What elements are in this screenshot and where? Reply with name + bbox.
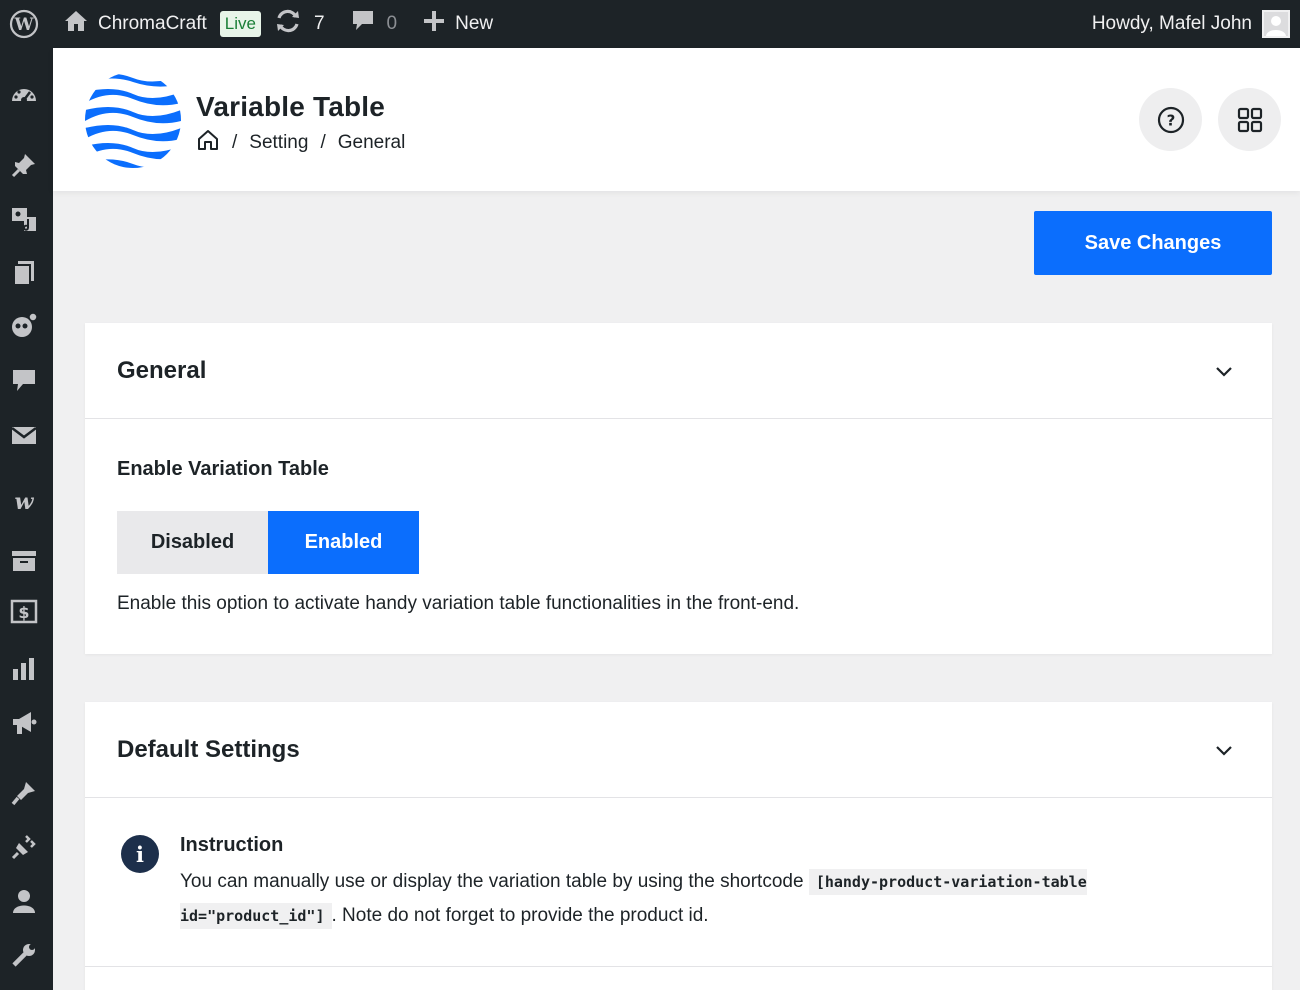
admin-sidebar: w $ [0,48,53,990]
default-settings-card-header[interactable]: Default Settings [85,702,1272,798]
help-button[interactable]: ? [1139,88,1202,151]
plus-icon [423,10,445,38]
archive-icon[interactable] [9,546,39,576]
default-settings-card: Default Settings i Instruction You can m… [85,702,1272,990]
comments-count: 0 [386,13,398,34]
wordpress-logo-icon[interactable]: W [0,0,48,48]
home-icon [64,10,88,38]
comments-icon[interactable] [9,366,39,396]
site-name: ChromaCraft [98,13,207,34]
chevron-down-icon[interactable] [1214,740,1234,760]
info-icon: i [121,835,159,873]
general-card-header[interactable]: General [85,323,1272,419]
appearance-icon[interactable] [9,778,39,808]
breadcrumb-separator: / [320,132,326,153]
apps-button[interactable] [1218,88,1281,151]
dashboard-icon[interactable] [9,80,39,110]
instruction-text-after: . Note do not forget to provide the prod… [331,905,709,926]
breadcrumb: / Setting / General [196,128,405,158]
breadcrumb-separator: / [232,132,238,153]
breadcrumb-item-setting[interactable]: Setting [249,132,308,154]
comments-link[interactable]: 0 [351,0,398,48]
comment-icon [351,9,375,39]
svg-text:w: w [15,489,35,515]
payments-icon[interactable]: $ [9,596,39,626]
divider [85,966,1272,967]
general-card: General Enable Variation Table Disabled … [85,323,1272,654]
instruction-title: Instruction [180,834,284,856]
mail-icon[interactable] [9,420,39,450]
instruction-text: You can manually use or display the vari… [180,865,1180,933]
my-account-link[interactable]: Howdy, Mafel John [1092,0,1290,48]
breadcrumb-item-general: General [337,132,406,153]
greeting: Howdy, Mafel John [1091,13,1252,34]
save-changes-button[interactable]: Save Changes [1034,211,1272,275]
page-title: Variable Table [196,91,386,122]
new-label: New [455,13,494,34]
svg-text:?: ? [1166,111,1175,129]
users-icon[interactable] [9,886,39,916]
svg-text:$: $ [18,603,29,622]
media-icon[interactable] [9,204,39,234]
avatar [1262,10,1290,38]
woo-icon[interactable]: w [9,486,39,516]
admin-bar: W ChromaCraft Live 7 0 New Howdy, Mafel … [0,0,1300,48]
chevron-down-icon[interactable] [1214,361,1234,381]
enable-variation-table-label: Enable Variation Table [117,458,329,480]
new-content-link[interactable]: New [423,0,493,48]
default-settings-card-title: Default Settings [117,735,300,763]
plugin-custom-icon[interactable] [9,310,39,340]
updates-count: 7 [313,13,325,34]
breadcrumb-home-icon[interactable] [196,128,220,158]
svg-text:W: W [13,15,34,35]
plugins-icon[interactable] [9,832,39,862]
enable-variation-table-toggle: Disabled Enabled [117,511,419,574]
help-icon: ? [1157,106,1184,133]
grid-icon [1237,107,1262,132]
pages-icon[interactable] [9,258,39,288]
analytics-icon[interactable] [9,654,39,684]
option-disabled[interactable]: Disabled [117,511,268,574]
tools-icon[interactable] [9,940,39,970]
enable-variation-table-description: Enable this option to activate handy var… [117,593,800,614]
updates-link[interactable]: 7 [274,0,325,48]
refresh-icon [274,9,302,39]
pin-icon[interactable] [9,150,39,180]
option-enabled[interactable]: Enabled [268,511,419,574]
live-badge: Live [219,11,261,37]
instruction-text-before: You can manually use or display the vari… [180,871,804,892]
page-header: Variable Table / Setting / General ? [53,48,1300,191]
app-logo-icon [85,72,181,168]
marketing-icon[interactable] [9,708,39,738]
general-card-title: General [117,356,207,384]
site-name-link[interactable]: ChromaCraft [64,0,207,48]
